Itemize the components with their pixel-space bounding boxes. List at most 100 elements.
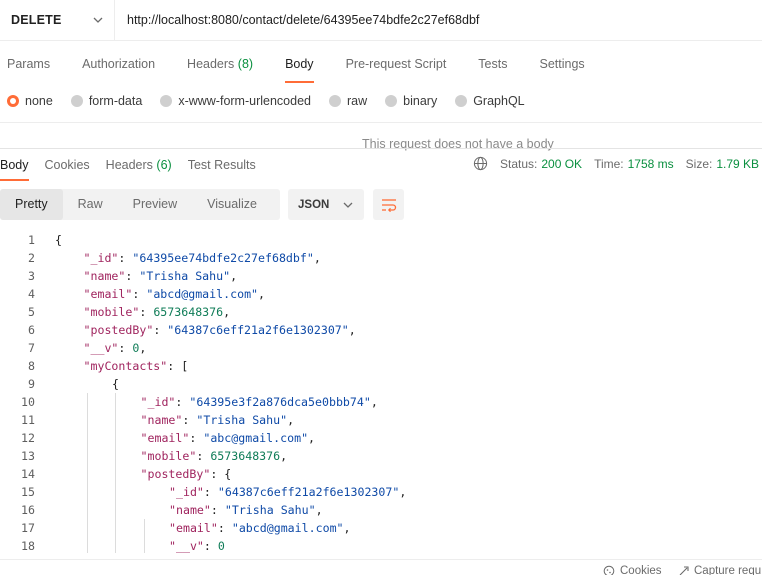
- status-bar: Cookies Capture requ: [0, 559, 762, 575]
- tab-test-results[interactable]: Test Results: [188, 150, 256, 181]
- code-line: 3 "name": "Trisha Sahu",: [0, 267, 762, 285]
- code-token: :: [217, 521, 232, 535]
- tab-settings[interactable]: Settings: [539, 46, 584, 83]
- code-token: {: [112, 377, 119, 391]
- code-token: "abc@gmail.com": [203, 431, 309, 445]
- code-line: 1{: [0, 231, 762, 249]
- radio-x-www-form-urlencoded[interactable]: x-www-form-urlencoded: [160, 94, 311, 108]
- code-token: ,: [343, 521, 351, 535]
- view-raw[interactable]: Raw: [63, 189, 118, 220]
- code-token: "64395ee74bdfe2c27ef68dbf": [132, 251, 314, 265]
- tab-response-headers[interactable]: Headers (6): [106, 150, 172, 181]
- response-toolbar: Pretty Raw Preview Visualize JSON: [0, 189, 404, 220]
- code-token: :: [210, 503, 225, 517]
- status-value[interactable]: 200 OK: [541, 157, 582, 171]
- code-token: "64395e3f2a876dca5e0bbb74": [189, 395, 371, 409]
- body-type-options: none form-data x-www-form-urlencoded raw…: [0, 89, 536, 113]
- code-token: "__v": [83, 341, 119, 355]
- radio-raw[interactable]: raw: [329, 94, 367, 108]
- radio-icon: [455, 95, 468, 107]
- code-token: 6573648376: [153, 305, 224, 319]
- status-label: Status:: [500, 156, 538, 171]
- line-number: 13: [21, 449, 35, 463]
- code-token: {: [55, 233, 62, 247]
- code-token: "mobile": [140, 449, 197, 463]
- view-preview[interactable]: Preview: [118, 189, 192, 220]
- code-token: "email": [140, 431, 190, 445]
- chevron-down-icon: [93, 17, 103, 23]
- size-value[interactable]: 1.79 KB: [716, 157, 759, 171]
- tab-response-cookies[interactable]: Cookies: [45, 150, 90, 181]
- view-visualize[interactable]: Visualize: [192, 189, 272, 220]
- wrap-lines-button[interactable]: [373, 189, 404, 220]
- code-line: 2 "_id": "64395ee74bdfe2c27ef68dbf",: [0, 249, 762, 267]
- view-pretty[interactable]: Pretty: [0, 189, 63, 220]
- code-text: "_id": "64395e3f2a876dca5e0bbb74",: [141, 393, 378, 411]
- time-label: Time:: [594, 156, 624, 171]
- code-token: "_id": [169, 485, 204, 499]
- globe-icon[interactable]: [473, 156, 488, 171]
- line-number: 11: [21, 413, 35, 427]
- tab-response-body[interactable]: Body: [0, 150, 29, 181]
- code-token: :: [139, 305, 154, 319]
- capture-requests-button[interactable]: Capture requ: [678, 565, 761, 575]
- line-number: 16: [21, 503, 35, 517]
- code-token: ,: [308, 431, 316, 445]
- tab-body[interactable]: Body: [285, 46, 314, 83]
- code-token: ,: [139, 341, 147, 355]
- code-token: :: [175, 395, 190, 409]
- radio-none[interactable]: none: [7, 94, 53, 108]
- tab-headers[interactable]: Headers (8): [187, 46, 253, 83]
- code-token: :: [203, 539, 218, 553]
- radio-graphql[interactable]: GraphQL: [455, 94, 525, 108]
- code-token: "_id": [140, 395, 176, 409]
- cookies-button[interactable]: Cookies: [603, 565, 662, 575]
- line-number: 12: [21, 431, 35, 445]
- code-text: "__v": 0: [169, 537, 225, 553]
- code-token: "Trisha Sahu": [196, 413, 288, 427]
- code-text: "name": "Trisha Sahu",: [84, 267, 238, 285]
- radio-binary[interactable]: binary: [385, 94, 437, 108]
- code-token: "Trisha Sahu": [224, 503, 316, 517]
- tab-params[interactable]: Params: [7, 46, 50, 83]
- method-label: DELETE: [11, 13, 62, 27]
- tab-pre-request-script[interactable]: Pre-request Script: [346, 46, 447, 83]
- format-label: JSON: [298, 198, 330, 211]
- code-token: "abcd@gmail.com": [231, 521, 344, 535]
- code-token: :: [118, 251, 133, 265]
- code-token: "email": [83, 287, 133, 301]
- code-token: "abcd@gmail.com": [146, 287, 259, 301]
- code-token: ,: [230, 269, 238, 283]
- code-token: "myContacts": [83, 359, 168, 373]
- code-token: ,: [287, 413, 295, 427]
- code-line: 11 "name": "Trisha Sahu",: [0, 411, 762, 429]
- tab-authorization[interactable]: Authorization: [82, 46, 155, 83]
- code-text: "_id": "64387c6eff21a2f6e1302307",: [169, 483, 406, 501]
- capture-icon: [679, 566, 689, 575]
- line-number: 3: [28, 269, 35, 283]
- code-token: : {: [210, 467, 232, 481]
- radio-form-data[interactable]: form-data: [70, 94, 142, 108]
- radio-selected-icon: [7, 95, 19, 107]
- method-select[interactable]: DELETE: [0, 0, 115, 41]
- code-token: "name": [169, 503, 211, 517]
- code-token: "64387c6eff21a2f6e1302307": [217, 485, 400, 499]
- wrap-lines-icon: [381, 198, 396, 212]
- code-line: 12 "email": "abc@gmail.com",: [0, 429, 762, 447]
- code-token: :: [132, 287, 147, 301]
- code-token: :: [118, 341, 133, 355]
- line-number: 9: [28, 377, 35, 391]
- code-token: ,: [258, 287, 266, 301]
- code-line: 14 "postedBy": {: [0, 465, 762, 483]
- line-number: 7: [28, 341, 35, 355]
- tab-tests[interactable]: Tests: [478, 46, 507, 83]
- code-text: {: [112, 375, 119, 393]
- code-token: ,: [223, 305, 231, 319]
- time-value[interactable]: 1758 ms: [628, 157, 674, 171]
- response-body-editor[interactable]: 1{2 "_id": "64395ee74bdfe2c27ef68dbf", 3 "n…: [0, 231, 762, 553]
- code-text: "postedBy": "64387c6eff21a2f6e1302307",: [84, 321, 356, 339]
- pane-resize-divider[interactable]: [0, 148, 762, 149]
- format-select[interactable]: JSON: [288, 189, 364, 220]
- code-token: "postedBy": [140, 467, 211, 481]
- url-input[interactable]: http://localhost:8080/contact/delete/643…: [115, 13, 479, 27]
